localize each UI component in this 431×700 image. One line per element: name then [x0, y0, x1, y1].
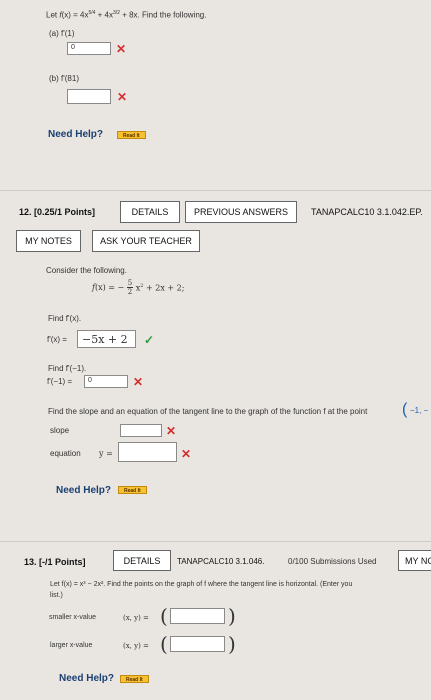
q12-find-derivative: Find f'(x). [48, 314, 82, 323]
q11-part-a-input[interactable]: 0 [67, 42, 111, 55]
my-notes-button[interactable]: MY NOTES [16, 230, 81, 252]
incorrect-x-icon: ✕ [181, 447, 192, 461]
q13-prompt-line1: Let f(x) = x³ − 2x². Find the points on … [50, 581, 353, 588]
read-it-button[interactable]: Read It [118, 486, 147, 494]
q12-code: TANAPCALC10 3.1.042.EP. [311, 207, 423, 217]
correct-check-icon: ✓ [144, 333, 155, 347]
equation-input[interactable] [118, 442, 177, 462]
ask-your-teacher-button[interactable]: ASK YOUR TEACHER [92, 230, 200, 252]
q12-function: f(x) = − 5 2 x2 + 2x + 2; [92, 279, 185, 296]
q13-prompt-line2: list.) [50, 592, 63, 599]
fprime-neg1-input[interactable]: 0 [84, 375, 128, 388]
xy-equals-label: (x, y) = [123, 614, 149, 622]
close-paren: ) [228, 604, 236, 628]
submissions-used: 0/100 Submissions Used [288, 557, 377, 566]
fprime-label: f'(x) = [47, 335, 67, 344]
question-divider [0, 190, 431, 191]
point-open-paren: ( [402, 401, 408, 418]
larger-x-label: larger x-value [50, 642, 93, 649]
q12-number: 12. [0.25/1 Points] [19, 207, 96, 217]
open-paren: ( [160, 632, 168, 656]
q13-code: TANAPCALC10 3.1.046. [177, 557, 265, 566]
xy-equals-label: (x, y) = [123, 642, 149, 650]
larger-x-point-input[interactable] [170, 636, 225, 652]
equation-label: equation [50, 449, 81, 458]
q12-consider: Consider the following. [46, 266, 127, 275]
q11-prompt: Let f(x) = 4x5/4 + 4x3/2 + 8x. Find the … [46, 10, 207, 20]
slope-label: slope [50, 426, 70, 435]
incorrect-x-icon: ✕ [117, 90, 128, 104]
y-equals-label: y = [99, 449, 113, 458]
need-help-label: Need Help? [59, 673, 115, 684]
read-it-button[interactable]: Read It [117, 131, 146, 139]
q13-number: 13. [-/1 Points] [24, 557, 86, 567]
details-button[interactable]: DETAILS [113, 550, 171, 571]
incorrect-x-icon: ✕ [133, 375, 144, 389]
incorrect-x-icon: ✕ [166, 424, 177, 438]
point-text: −1, − [410, 406, 429, 415]
smaller-x-point-input[interactable] [170, 608, 225, 624]
need-help-label: Need Help? [56, 485, 112, 496]
details-button[interactable]: DETAILS [120, 201, 180, 223]
read-it-button[interactable]: Read It [120, 675, 149, 683]
question-divider [0, 541, 431, 542]
q12-find-fprime-neg1: Find f'(−1). [48, 364, 87, 373]
q12-slope-prompt: Find the slope and an equation of the ta… [48, 407, 368, 416]
q11-part-b-label: (b) f'(81) [49, 74, 79, 83]
smaller-x-label: smaller x-value [49, 614, 97, 621]
incorrect-x-icon: ✕ [116, 42, 127, 56]
q11-part-a-label: (a) f'(1) [49, 29, 75, 38]
fprime-neg1-label: f'(−1) = [47, 377, 73, 386]
need-help-label: Need Help? [48, 129, 104, 140]
slope-input[interactable] [120, 424, 162, 437]
close-paren: ) [228, 632, 236, 656]
previous-answers-button[interactable]: PREVIOUS ANSWERS [185, 201, 297, 223]
open-paren: ( [160, 604, 168, 628]
q11-part-b-input[interactable] [67, 89, 111, 104]
fprime-input[interactable]: −5x + 2 [77, 330, 136, 348]
my-notes-button[interactable]: MY NC [398, 550, 431, 571]
